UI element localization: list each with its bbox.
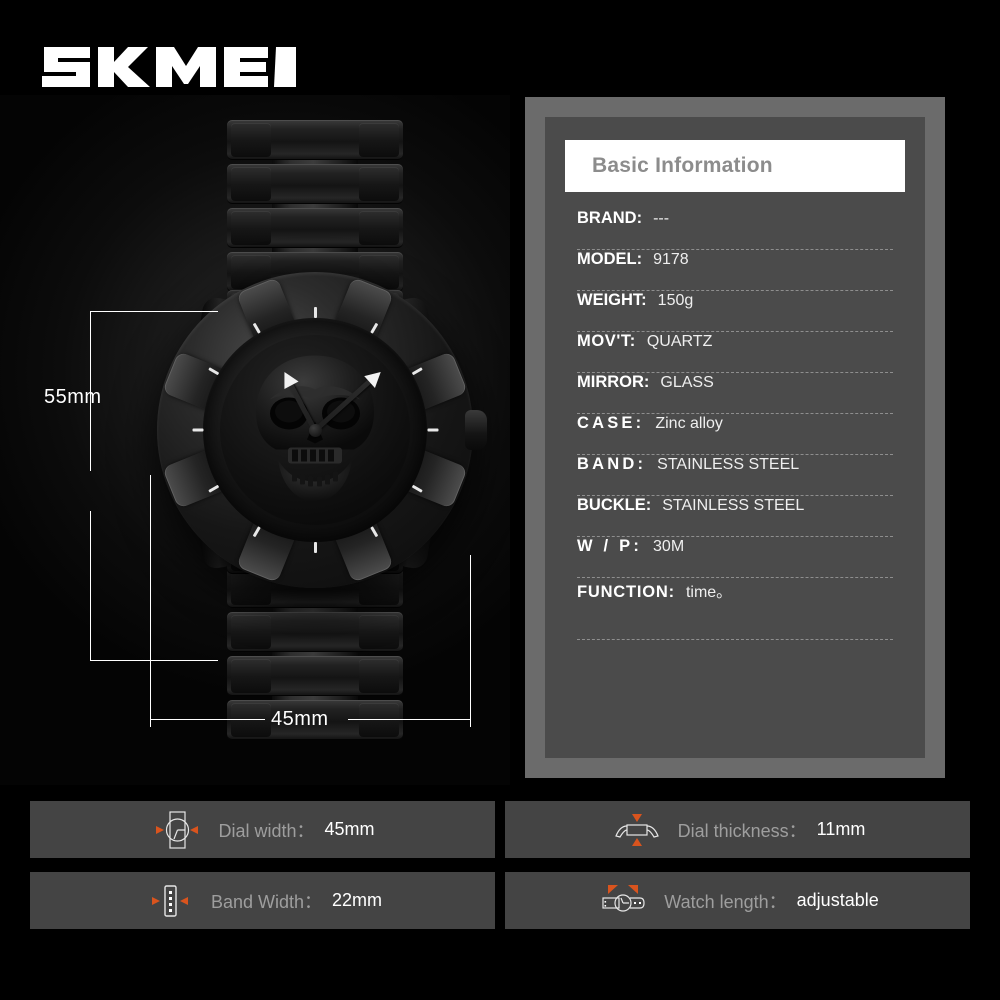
dim-width-left-extension bbox=[150, 475, 151, 725]
dim-height-line-lower bbox=[90, 511, 91, 661]
dim-width-left-tick bbox=[150, 690, 151, 727]
spec-label-weight: WEIGHT: bbox=[577, 291, 647, 309]
dial-thickness-icon bbox=[610, 809, 664, 851]
dimension-height-label: 55mm bbox=[44, 386, 102, 408]
tile-value-dial-thickness: 11mm bbox=[816, 819, 866, 839]
watch-dial bbox=[220, 335, 410, 525]
watch-inner-ring bbox=[192, 307, 438, 553]
spec-value-case: Zinc alloy bbox=[655, 415, 723, 432]
spec-rows: BRAND: --- MODEL: 9178 WEIGHT: 150g MOV'… bbox=[565, 192, 905, 640]
dim-height-bottom-tick bbox=[90, 660, 218, 661]
spec-header-title: Basic Information bbox=[592, 154, 773, 177]
hour-marker bbox=[313, 542, 317, 553]
spec-row-mirror: MIRROR: GLASS bbox=[577, 373, 893, 414]
spec-value-buckle: STAINLESS STEEL bbox=[662, 497, 805, 514]
spec-value-weight: 150g bbox=[657, 292, 694, 309]
hour-marker bbox=[192, 428, 203, 432]
spec-value-band: STAINLESS STEEL bbox=[657, 456, 800, 473]
spec-row-function: FUNCTION: time。 bbox=[577, 578, 893, 640]
tile-label-dial-thickness: Dial thickness： bbox=[677, 820, 807, 841]
spec-row-weight: WEIGHT: 150g bbox=[577, 291, 893, 332]
band-width-icon bbox=[143, 880, 197, 922]
tile-dial-width: Dial width： 45mm bbox=[30, 801, 495, 858]
watch-length-icon bbox=[596, 880, 650, 922]
tile-dial-thickness: Dial thickness： 11mm bbox=[505, 801, 970, 858]
tile-value-band-width: 22mm bbox=[332, 890, 383, 910]
spec-row-buckle: BUCKLE: STAINLESS STEEL bbox=[577, 496, 893, 537]
spec-row-model: MODEL: 9178 bbox=[577, 250, 893, 291]
bracelet-link bbox=[227, 208, 403, 248]
spec-row-movement: MOV'T: QUARTZ bbox=[577, 332, 893, 373]
watch-case bbox=[157, 272, 487, 588]
tile-watch-length: Watch length： adjustable bbox=[505, 872, 970, 929]
spec-header-bar: Basic Information bbox=[565, 140, 905, 192]
spec-label-water-resistance: W / P: bbox=[577, 537, 643, 555]
spec-row-water-resistance: W / P: 30M bbox=[577, 537, 893, 578]
spec-label-function: FUNCTION: bbox=[577, 583, 675, 601]
bracelet-link bbox=[227, 612, 403, 652]
product-photo bbox=[0, 95, 510, 785]
hour-marker bbox=[313, 307, 317, 318]
dim-width-line-right bbox=[348, 719, 471, 720]
dim-width-line-left bbox=[150, 719, 265, 720]
hand-pivot bbox=[308, 423, 322, 437]
specification-panel: Basic Information BRAND: --- MODEL: 9178… bbox=[525, 97, 945, 778]
skmei-logo bbox=[40, 34, 320, 92]
spec-value-model: 9178 bbox=[653, 251, 689, 268]
spec-label-mirror: MIRROR: bbox=[577, 373, 650, 391]
specification-panel-inner: Basic Information BRAND: --- MODEL: 9178… bbox=[545, 117, 925, 758]
spec-label-movement: MOV'T: bbox=[577, 332, 636, 350]
spec-row-band: BAND: STAINLESS STEEL bbox=[577, 455, 893, 496]
spec-value-water-resistance: 30M bbox=[653, 538, 685, 555]
watch-illustration bbox=[150, 120, 487, 740]
spec-value-function: time。 bbox=[685, 584, 733, 601]
hour-marker bbox=[427, 428, 438, 432]
spec-value-mirror: GLASS bbox=[660, 374, 714, 391]
tile-value-watch-length: adjustable bbox=[796, 890, 879, 910]
spec-label-buckle: BUCKLE: bbox=[577, 496, 652, 514]
bracelet-link bbox=[227, 120, 403, 160]
bracelet-link bbox=[227, 164, 403, 204]
spec-row-case: CASE: Zinc alloy bbox=[577, 414, 893, 455]
tile-label-band-width: Band Width： bbox=[210, 891, 323, 912]
tile-label-watch-length: Watch length： bbox=[664, 891, 787, 912]
spec-row-brand: BRAND: --- bbox=[577, 209, 893, 250]
product-spec-page: 55mm 45mm Basic Information BRAND: --- M… bbox=[0, 0, 1000, 1000]
dial-width-icon bbox=[150, 809, 204, 851]
tile-label-dial-width: Dial width： bbox=[218, 820, 315, 841]
spec-label-model: MODEL: bbox=[577, 250, 643, 268]
watch-crown bbox=[465, 410, 487, 450]
dim-height-top-tick bbox=[90, 311, 218, 312]
spec-label-band: BAND: bbox=[577, 455, 647, 473]
spec-label-brand: BRAND: bbox=[577, 209, 643, 227]
tile-value-dial-width: 45mm bbox=[324, 819, 375, 839]
bracelet-link bbox=[227, 656, 403, 696]
dim-width-right-tick bbox=[470, 690, 471, 727]
spec-value-brand: --- bbox=[653, 210, 670, 227]
dimension-width-label: 45mm bbox=[271, 708, 329, 730]
spec-value-movement: QUARTZ bbox=[646, 333, 713, 350]
spec-label-case: CASE: bbox=[577, 414, 645, 432]
tile-band-width: Band Width： 22mm bbox=[30, 872, 495, 929]
